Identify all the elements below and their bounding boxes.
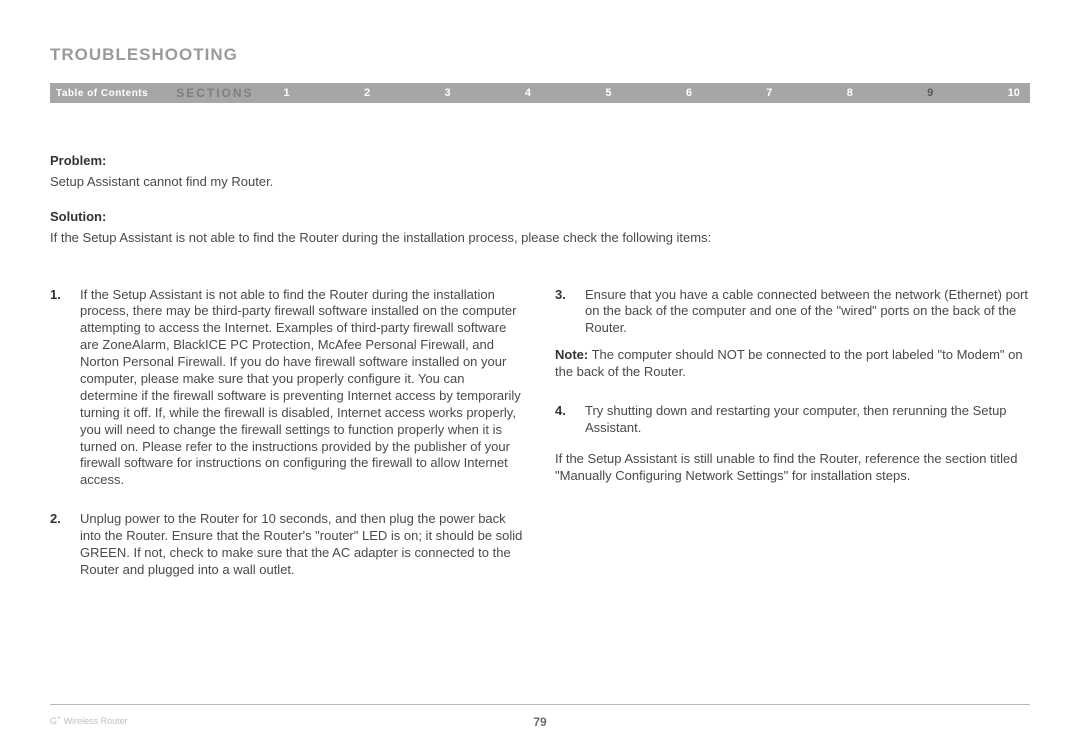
nav-section-6[interactable]: 6 (686, 87, 692, 99)
page: TROUBLESHOOTING Table of Contents SECTIO… (0, 0, 1080, 756)
note-label: Note: (555, 347, 588, 362)
left-column: 1. If the Setup Assistant is not able to… (50, 287, 525, 601)
footer-page-number: 79 (533, 715, 546, 729)
nav-section-2[interactable]: 2 (364, 87, 370, 99)
problem-text: Setup Assistant cannot find my Router. (50, 174, 1030, 191)
list-text: Try shutting down and restarting your co… (585, 403, 1030, 437)
note-block: Note: The computer should NOT be connect… (555, 347, 1030, 381)
nav-toc-link[interactable]: Table of Contents (56, 88, 148, 99)
page-footer: G+ Wireless Router 79 (50, 704, 1030, 726)
nav-section-3[interactable]: 3 (444, 87, 450, 99)
list-number: 2. (50, 511, 80, 579)
list-number: 4. (555, 403, 585, 437)
closing-text: If the Setup Assistant is still unable t… (555, 451, 1030, 485)
nav-section-4[interactable]: 4 (525, 87, 531, 99)
right-column: 3. Ensure that you have a cable connecte… (555, 287, 1030, 601)
nav-section-8[interactable]: 8 (847, 87, 853, 99)
solution-label: Solution: (50, 209, 1030, 226)
list-text: Unplug power to the Router for 10 second… (80, 511, 525, 579)
nav-section-5[interactable]: 5 (605, 87, 611, 99)
list-item: 2. Unplug power to the Router for 10 sec… (50, 511, 525, 579)
list-text: If the Setup Assistant is not able to fi… (80, 287, 525, 490)
page-title: TROUBLESHOOTING (50, 45, 1030, 65)
nav-section-1[interactable]: 1 (284, 87, 290, 99)
solution-intro: If the Setup Assistant is not able to fi… (50, 230, 1030, 247)
footer-product: G+ Wireless Router (50, 715, 128, 726)
nav-section-numbers: 1 2 3 4 5 6 7 8 9 10 (284, 87, 1024, 99)
nav-sections-label: SECTIONS (176, 86, 253, 100)
list-item: 3. Ensure that you have a cable connecte… (555, 287, 1030, 338)
nav-section-9[interactable]: 9 (927, 87, 933, 99)
note-text: The computer should NOT be connected to … (555, 347, 1023, 379)
list-item: 1. If the Setup Assistant is not able to… (50, 287, 525, 490)
list-item: 4. Try shutting down and restarting your… (555, 403, 1030, 437)
two-column-layout: 1. If the Setup Assistant is not able to… (50, 287, 1030, 601)
nav-section-10[interactable]: 10 (1008, 87, 1020, 99)
list-number: 3. (555, 287, 585, 338)
list-number: 1. (50, 287, 80, 490)
nav-section-7[interactable]: 7 (766, 87, 772, 99)
content-area: Problem: Setup Assistant cannot find my … (50, 153, 1030, 601)
problem-label: Problem: (50, 153, 1030, 170)
nav-bar: Table of Contents SECTIONS 1 2 3 4 5 6 7… (50, 83, 1030, 103)
list-text: Ensure that you have a cable connected b… (585, 287, 1030, 338)
